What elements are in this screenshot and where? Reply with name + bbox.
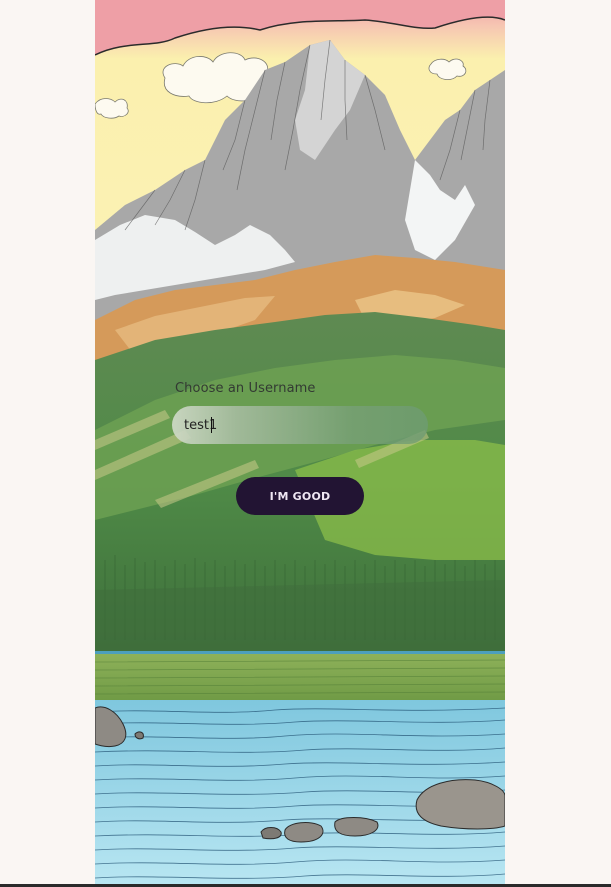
text-cursor [211, 417, 212, 433]
username-input[interactable] [184, 406, 414, 444]
app-page: Choose an Username I'M GOOD [0, 0, 611, 887]
username-label: Choose an Username [175, 381, 316, 396]
im-good-button[interactable]: I'M GOOD [236, 477, 364, 515]
